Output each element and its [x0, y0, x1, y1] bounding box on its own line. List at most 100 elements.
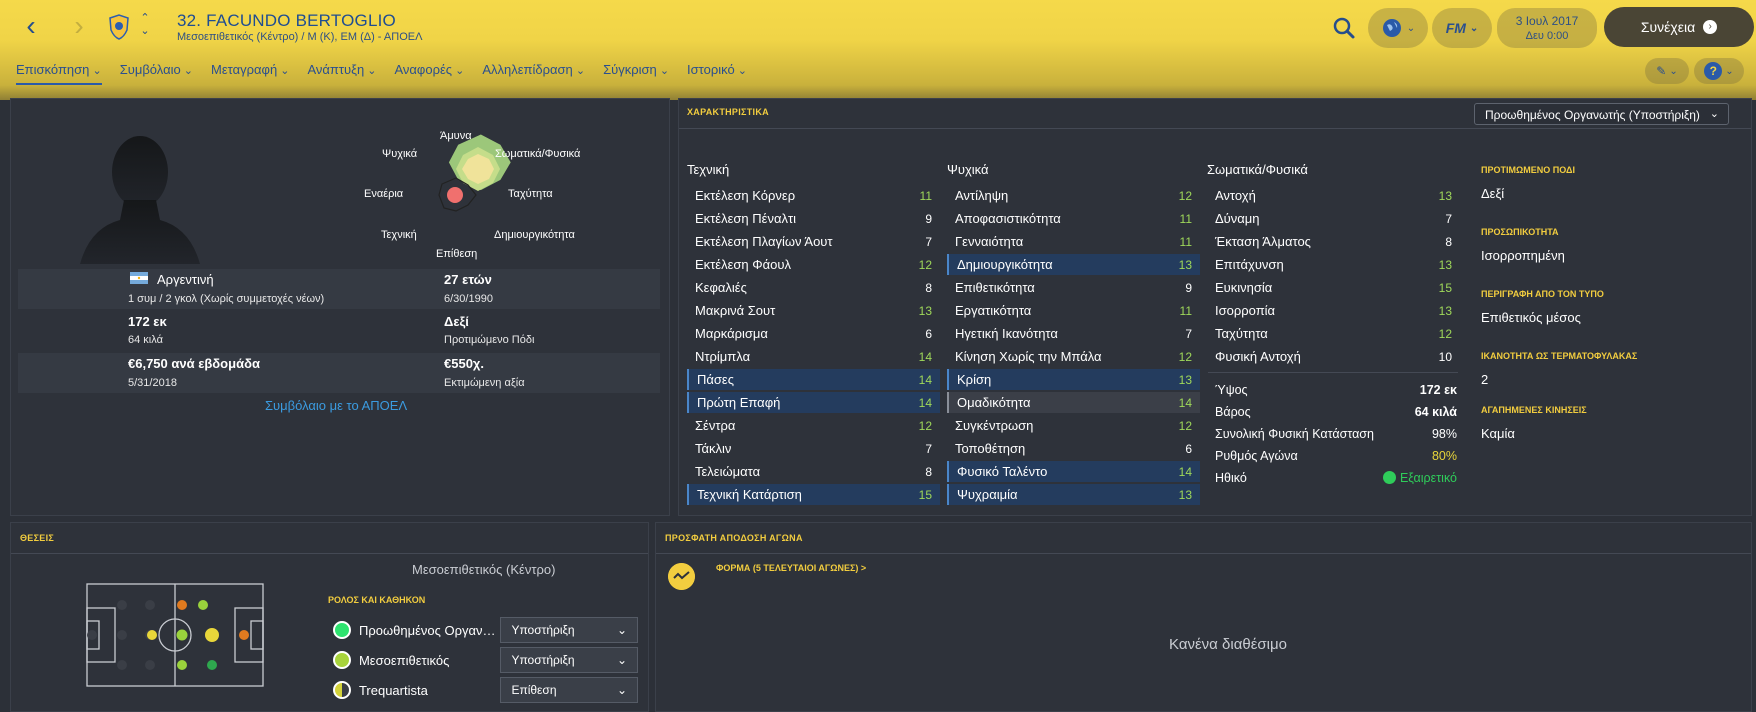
attribute-value: 8: [925, 464, 932, 479]
nationality: Αργεντινή: [157, 272, 214, 287]
tab-overview[interactable]: Επισκόπηση: [16, 62, 102, 85]
radar-label-technique: Τεχνική: [381, 229, 417, 241]
tab-development[interactable]: Ανάπτυξη: [307, 62, 376, 85]
preferred-foot-label: Προτιμώμενο Πόδι: [444, 334, 535, 346]
attribute-name: Μακρινά Σουτ: [695, 303, 776, 318]
role-row: Μεσοεπιθετικός Υποστήριξη ⌄: [333, 647, 639, 673]
form-link[interactable]: ΦΟΡΜΑ (5 ΤΕΛΕΥΤΑΙΟΙ ΑΓΩΝΕΣ) >: [716, 563, 866, 573]
edit-menu-button[interactable]: ✎ ⌄: [1645, 58, 1689, 84]
attribute-name: Κεφαλιές: [695, 280, 747, 295]
tab-transfer[interactable]: Μεταγραφή: [211, 62, 289, 85]
attribute-name: Τελειώματα: [695, 464, 761, 479]
tab-comparison[interactable]: Σύγκριση: [603, 62, 669, 85]
tab-contract[interactable]: Συμβόλαιο: [120, 62, 193, 85]
attribute-value: 13: [1438, 188, 1452, 203]
player-switcher[interactable]: ⌃ ⌄: [138, 12, 152, 38]
attribute-row[interactable]: Αντίληψη 12: [947, 185, 1200, 206]
world-menu-button[interactable]: ⌄: [1368, 8, 1428, 48]
attribute-row[interactable]: Πάσες 14: [687, 369, 940, 390]
attribute-row[interactable]: Εργατικότητα 11: [947, 300, 1200, 321]
info-row-band: [18, 269, 660, 309]
attribute-row[interactable]: Φυσικό Ταλέντο 14: [947, 461, 1200, 482]
attribute-row[interactable]: Εκτέλεση Φάουλ 12: [687, 254, 940, 275]
attribute-row[interactable]: Σέντρα 12: [687, 415, 940, 436]
side-info-value: Ισορροπημένη: [1481, 248, 1565, 263]
side-info-title: ΑΓΑΠΗΜΕΝΕΣ ΚΙΝΗΣΕΙΣ: [1481, 405, 1587, 415]
attribute-row[interactable]: Επιτάχυνση 13: [1207, 254, 1460, 275]
preferred-foot: Δεξί: [444, 314, 469, 329]
attribute-row[interactable]: Φυσική Αντοχή 10: [1207, 346, 1460, 367]
game-date[interactable]: 3 Ιουλ 2017 Δευ 0:00: [1497, 8, 1597, 48]
attribute-value: 15: [1438, 280, 1452, 295]
radar-label-attack: Επίθεση: [436, 248, 478, 260]
tab-reports[interactable]: Αναφορές: [394, 62, 464, 85]
attribute-name: Ταχύτητα: [1215, 326, 1268, 341]
attribute-row[interactable]: Μαρκάρισμα 6: [687, 323, 940, 344]
attribute-row[interactable]: Τάκλιν 7: [687, 438, 940, 459]
attribute-row[interactable]: Ψυχραιμία 13: [947, 484, 1200, 505]
mental-header: Ψυχικά: [947, 162, 989, 177]
forward-button[interactable]: ›: [64, 12, 94, 42]
attribute-row[interactable]: Κίνηση Χωρίς την Μπάλα 12: [947, 346, 1200, 367]
tab-history[interactable]: Ιστορικό: [687, 62, 747, 85]
attribute-row[interactable]: Ηγετική Ικανότητα 7: [947, 323, 1200, 344]
attribute-row[interactable]: Γενναιότητα 11: [947, 231, 1200, 252]
attribute-value: 11: [1179, 234, 1192, 249]
attribute-row[interactable]: Ταχύτητα 12: [1207, 323, 1460, 344]
attribute-row[interactable]: Κρίση 13: [947, 369, 1200, 390]
side-info-value: Επιθετικός μέσος: [1481, 310, 1581, 325]
attribute-row[interactable]: Αντοχή 13: [1207, 185, 1460, 206]
attribute-value: 7: [925, 234, 932, 249]
attribute-row[interactable]: Τεχνική Κατάρτιση 15: [687, 484, 940, 505]
attribute-row[interactable]: Αποφασιστικότητα 11: [947, 208, 1200, 229]
continue-button[interactable]: Συνέχεια ›: [1604, 7, 1754, 47]
attribute-row[interactable]: Μακρινά Σουτ 13: [687, 300, 940, 321]
wage: €6,750 ανά εβδομάδα: [128, 356, 260, 371]
search-icon[interactable]: [1330, 14, 1358, 42]
attribute-value: 6: [925, 326, 932, 341]
attribute-name: Μαρκάρισμα: [695, 326, 768, 341]
attribute-row[interactable]: Ομαδικότητα 14: [947, 392, 1200, 413]
attribute-row[interactable]: Κεφαλιές 8: [687, 277, 940, 298]
attribute-row[interactable]: Πρώτη Επαφή 14: [687, 392, 940, 413]
attribute-name: Γενναιότητα: [955, 234, 1024, 249]
attribute-row[interactable]: Δύναμη 7: [1207, 208, 1460, 229]
contract-link[interactable]: Συμβόλαιο με το ΑΠΟΕΛ: [265, 398, 407, 413]
attribute-row[interactable]: Εκτέλεση Πέναλτι 9: [687, 208, 940, 229]
attribute-row[interactable]: Δημιουργικότητα 13: [947, 254, 1200, 275]
side-info-title: ΠΡΟΤΙΜΩΜΕΝΟ ΠΟΔΙ: [1481, 165, 1575, 175]
attribute-row[interactable]: Έκταση Άλματος 8: [1207, 231, 1460, 252]
attribute-value: 12: [1178, 349, 1192, 364]
duty-dropdown[interactable]: Υποστήριξη ⌄: [500, 647, 639, 673]
radar-label-aerial: Εναέρια: [364, 188, 404, 200]
attribute-name: Συγκέντρωση: [955, 418, 1034, 433]
tab-interaction[interactable]: Αλληλεπίδραση: [482, 62, 585, 85]
duty-dropdown[interactable]: Επίθεση ⌄: [500, 677, 639, 703]
duty-dropdown[interactable]: Υποστήριξη ⌄: [500, 617, 639, 643]
fm-menu-button[interactable]: FM ⌄: [1432, 8, 1492, 48]
attribute-row[interactable]: Ισορροπία 13: [1207, 300, 1460, 321]
role-selector[interactable]: Προωθημένος Οργανωτής (Υποστήριξη) ⌄: [1474, 103, 1729, 125]
role-selector-value: Προωθημένος Οργανωτής (Υποστήριξη): [1485, 108, 1700, 122]
attribute-row[interactable]: Τελειώματα 8: [687, 461, 940, 482]
attribute-value: 11: [1179, 303, 1192, 318]
help-menu-button[interactable]: ? ⌄: [1694, 58, 1744, 84]
attribute-row[interactable]: Τοποθέτηση 6: [947, 438, 1200, 459]
attribute-row[interactable]: Ντρίμπλα 14: [687, 346, 940, 367]
physical-info-row: Ρυθμός Αγώνα 80%: [1215, 449, 1457, 463]
attribute-row[interactable]: Επιθετικότητα 9: [947, 277, 1200, 298]
continue-label: Συνέχεια: [1640, 19, 1696, 35]
attribute-value: 12: [918, 418, 932, 433]
attribute-row[interactable]: Συγκέντρωση 12: [947, 415, 1200, 436]
attribute-row[interactable]: Ευκινησία 15: [1207, 277, 1460, 298]
role-name: Μεσοεπιθετικός: [358, 652, 450, 668]
back-button[interactable]: ‹: [16, 12, 46, 42]
position-name: Μεσοεπιθετικός (Κέντρο): [412, 562, 556, 577]
attribute-row[interactable]: Εκτέλεση Πλαγίων Άουτ 7: [687, 231, 940, 252]
attribute-radar: Άμυνα Σωματικά/Φυσικά Ταχύτητα Δημιουργι…: [350, 125, 600, 265]
attribute-row[interactable]: Εκτέλεση Κόρνερ 11: [687, 185, 940, 206]
form-chart-icon: [668, 563, 695, 590]
divider: [1208, 372, 1458, 373]
duty-value: Υποστήριξη: [511, 653, 575, 667]
attribute-value: 15: [918, 487, 932, 502]
